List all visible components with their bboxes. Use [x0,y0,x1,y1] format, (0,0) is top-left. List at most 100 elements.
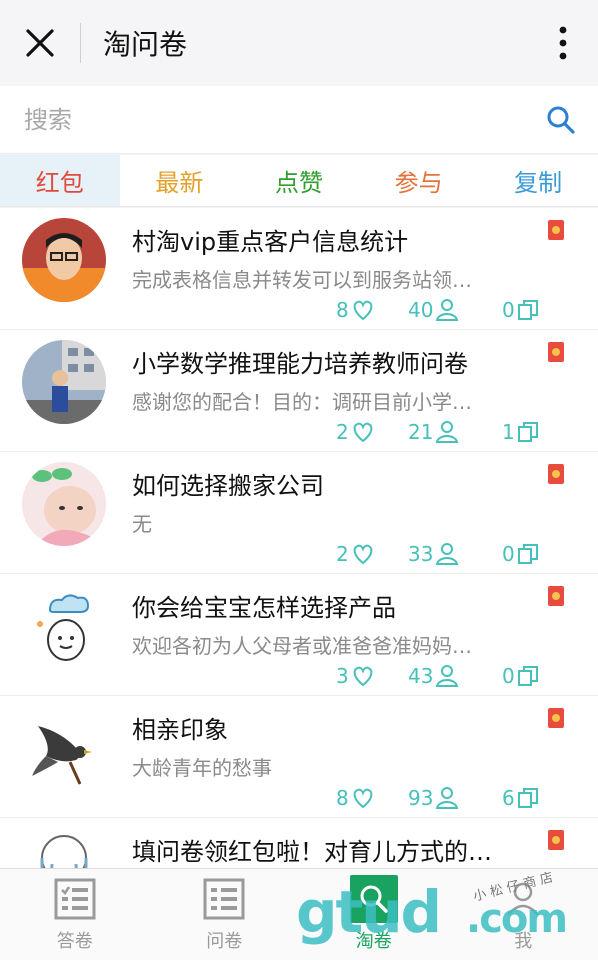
red-packet-icon [548,830,564,850]
likes-stat[interactable]: 2 [336,420,375,444]
likes-stat[interactable]: 8 [336,298,375,322]
participants-stat: 93 [408,786,459,810]
likes-count: 2 [336,542,349,566]
nav-answers[interactable]: 答卷 [0,869,150,960]
survey-description: 感谢您的配合！目的：调研目前小学… [132,390,472,414]
heart-icon [353,544,373,565]
copies-stat[interactable]: 0 [502,664,539,688]
survey-description: 完成表格信息并转发可以到服务站领… [132,268,472,292]
copy-icon [517,544,538,564]
survey-stats: 8 93 6 [0,786,598,814]
red-packet-icon [548,220,564,240]
likes-count: 8 [336,786,349,810]
copies-count: 6 [502,786,515,810]
search-icon [547,106,575,134]
red-packet-icon [548,464,564,484]
heart-icon [353,422,373,443]
person-icon [436,665,459,687]
survey-list-item[interactable]: 填问卷领红包啦！对育儿方式的… [0,818,598,868]
copies-stat[interactable]: 6 [502,786,539,810]
copy-icon [517,666,538,686]
person-icon [436,543,459,565]
participants-count: 40 [408,298,434,322]
survey-description: 大龄青年的愁事 [132,756,272,780]
tab-copy[interactable]: 复制 [478,155,598,206]
avatar [22,218,106,302]
more-vertical-icon [559,26,567,60]
nav-me[interactable]: 我 [449,869,598,960]
title-divider [80,23,81,63]
person-icon [436,299,459,321]
search-bar [0,86,598,154]
more-menu-button[interactable] [528,0,598,86]
survey-list-item[interactable]: 村淘vip重点客户信息统计 完成表格信息并转发可以到服务站领… 8 40 0 [0,208,598,330]
survey-title: 你会给宝宝怎样选择产品 [132,594,396,622]
tab-red-packet[interactable]: 红包 [0,155,120,206]
survey-list-item[interactable]: 相亲印象 大龄青年的愁事 8 93 6 [0,696,598,818]
likes-stat[interactable]: 2 [336,542,375,566]
copies-stat[interactable]: 0 [502,542,539,566]
survey-list: 村淘vip重点客户信息统计 完成表格信息并转发可以到服务站领… 8 40 0 小… [0,208,598,868]
tab-latest[interactable]: 最新 [120,155,240,206]
close-button[interactable] [0,0,80,86]
copies-count: 0 [502,542,515,566]
likes-count: 8 [336,298,349,322]
likes-stat[interactable]: 8 [336,786,375,810]
participants-count: 93 [408,786,434,810]
copies-count: 0 [502,664,515,688]
survey-stats: 2 21 1 [0,420,598,448]
close-icon [26,29,54,57]
participants-stat: 21 [408,420,459,444]
heart-icon [353,788,373,809]
browse-search-icon [349,875,398,923]
copy-icon [517,788,538,808]
list-icon [200,875,248,923]
filter-tabs: 红包 最新 点赞 参与 复制 [0,155,598,207]
survey-description: 无 [132,512,152,536]
survey-title: 填问卷领红包啦！对育儿方式的… [132,838,492,866]
heart-icon [353,666,373,687]
nav-label: 淘卷 [355,931,392,952]
nav-label: 我 [514,931,533,952]
participants-count: 21 [408,420,434,444]
survey-stats: 2 33 0 [0,542,598,570]
copy-icon [517,422,538,442]
nav-browse[interactable]: 淘卷 [299,869,449,960]
survey-stats: 3 43 0 [0,664,598,692]
tab-likes[interactable]: 点赞 [239,155,359,206]
likes-stat[interactable]: 3 [336,664,375,688]
red-packet-icon [548,708,564,728]
heart-icon [353,300,373,321]
copy-icon [517,300,538,320]
checklist-icon [51,875,99,923]
avatar [22,828,106,868]
nav-surveys[interactable]: 问卷 [150,869,300,960]
survey-list-item[interactable]: 如何选择搬家公司 无 2 33 0 [0,452,598,574]
bottom-navigation: 答卷 问卷 淘卷 我 [0,868,598,960]
person-icon [436,421,459,443]
survey-list-item[interactable]: 你会给宝宝怎样选择产品 欢迎各初为人父母者或准爸爸准妈妈… 3 43 0 [0,574,598,696]
avatar [22,706,106,790]
search-button[interactable] [524,90,598,150]
tab-participate[interactable]: 参与 [359,155,479,206]
copies-stat[interactable]: 0 [502,298,539,322]
red-packet-icon [548,586,564,606]
avatar [22,340,106,424]
nav-label: 答卷 [56,931,93,952]
survey-stats: 8 40 0 [0,298,598,326]
page-title: 淘问卷 [103,28,188,61]
likes-count: 3 [336,664,349,688]
search-input[interactable] [0,89,524,150]
title-bar: 淘问卷 [0,0,598,86]
survey-title: 小学数学推理能力培养教师问卷 [132,350,468,378]
likes-count: 2 [336,420,349,444]
red-packet-icon [548,342,564,362]
survey-description: 欢迎各初为人父母者或准爸爸准妈妈… [132,634,472,658]
copies-count: 0 [502,298,515,322]
participants-count: 43 [408,664,434,688]
survey-title: 如何选择搬家公司 [132,472,324,500]
participants-count: 33 [408,542,434,566]
participants-stat: 33 [408,542,459,566]
survey-list-item[interactable]: 小学数学推理能力培养教师问卷 感谢您的配合！目的：调研目前小学… 2 21 1 [0,330,598,452]
copies-stat[interactable]: 1 [502,420,539,444]
